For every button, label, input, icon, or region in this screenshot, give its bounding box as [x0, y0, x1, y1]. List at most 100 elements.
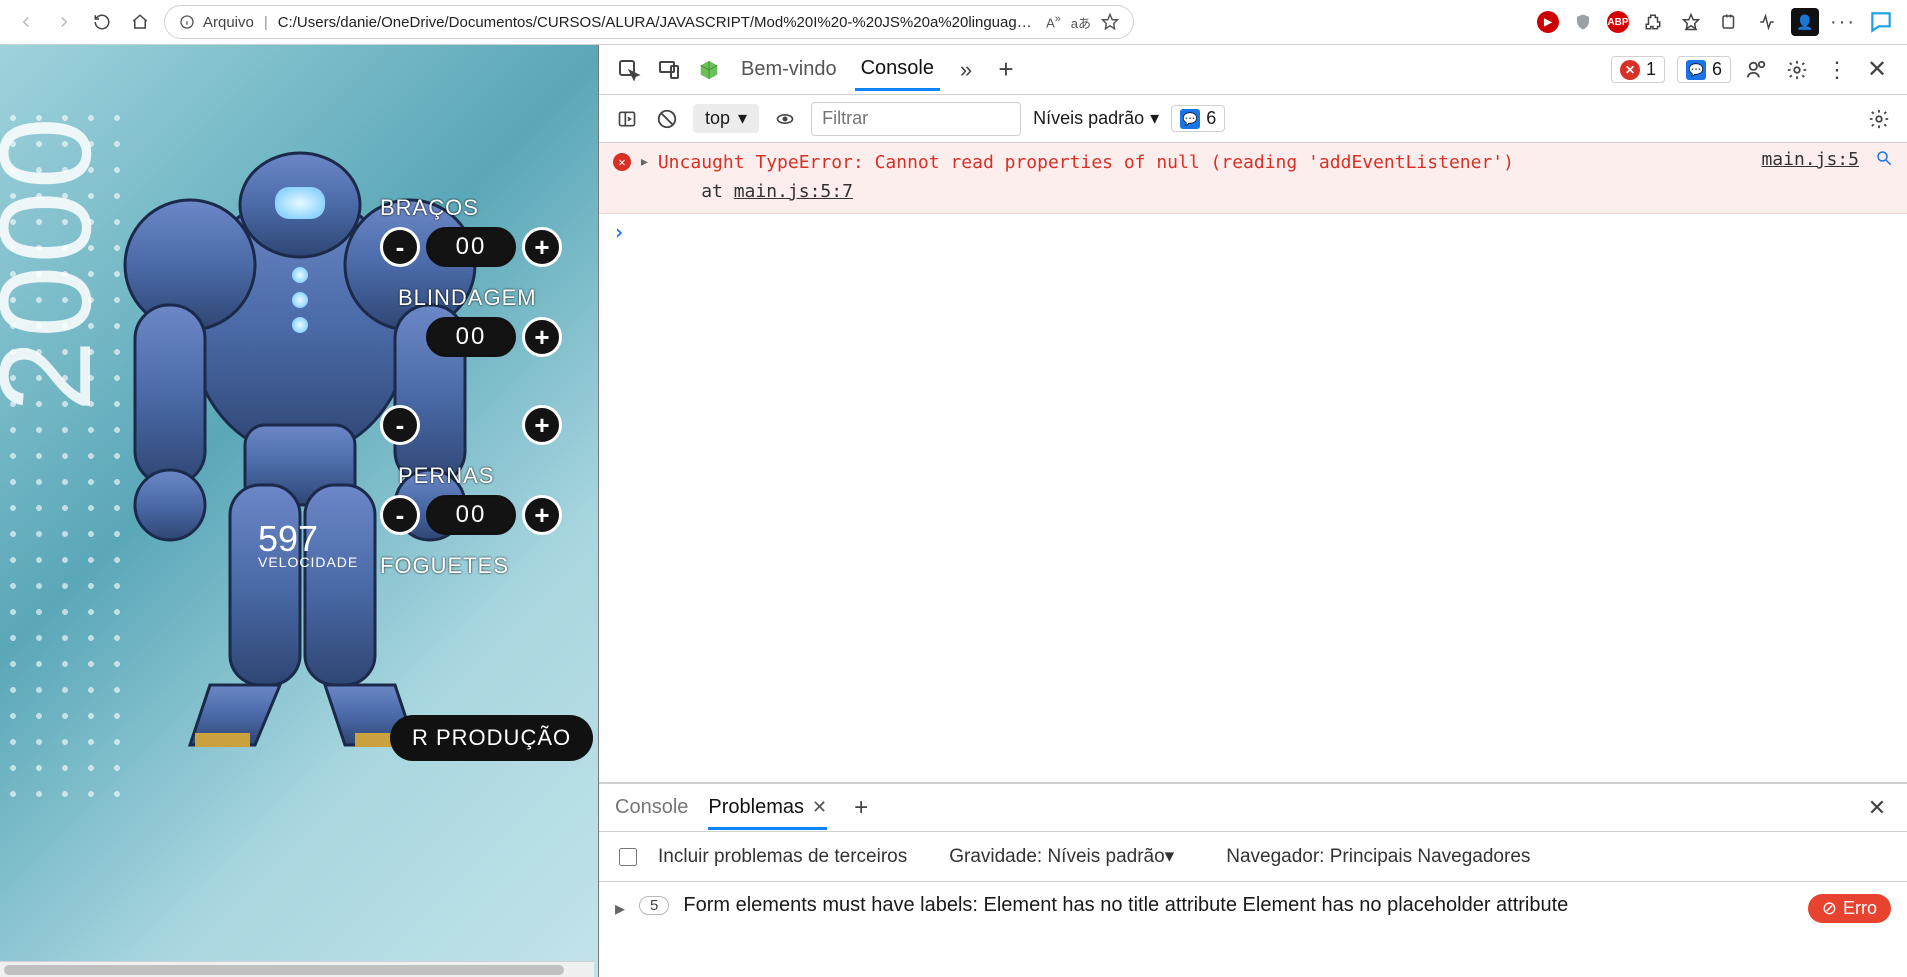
toggle-sidebar-icon[interactable]	[613, 105, 641, 133]
home-button[interactable]	[126, 8, 154, 36]
decrement-button[interactable]: -	[380, 495, 420, 535]
chevron-down-icon: ▾	[1165, 846, 1175, 867]
device-toggle-icon[interactable]	[655, 56, 683, 84]
increment-button[interactable]: +	[522, 495, 562, 535]
settings-icon[interactable]	[1783, 56, 1811, 84]
extensions-icon[interactable]	[1639, 8, 1667, 36]
console-prompt[interactable]: ›	[599, 214, 1907, 250]
performance-icon[interactable]	[1753, 8, 1781, 36]
error-icon: ✕	[613, 153, 631, 171]
expand-caret-icon[interactable]: ▸	[615, 896, 625, 921]
page-content: 2000	[0, 45, 598, 977]
ext-youtube-icon[interactable]: ▶	[1537, 11, 1559, 33]
tab-welcome[interactable]: Bem-vindo	[735, 50, 843, 89]
context-value: top	[705, 108, 730, 129]
chevron-down-icon: ▾	[1150, 108, 1159, 129]
drawer-tab-problems[interactable]: Problemas ✕	[708, 796, 827, 830]
more-tabs-icon[interactable]: »	[952, 56, 980, 84]
console-toolbar: top ▾ Níveis padrão ▾ 💬 6	[599, 95, 1907, 143]
stat-value: 00	[426, 317, 516, 357]
decrement-button[interactable]: -	[380, 227, 420, 267]
stack-link[interactable]: main.js:5:7	[734, 181, 853, 202]
message-icon: 💬	[1686, 60, 1706, 80]
clear-console-icon[interactable]	[653, 105, 681, 133]
tab-console[interactable]: Console	[855, 49, 940, 91]
console-output: ✕ ▸ Uncaught TypeError: Cannot read prop…	[599, 143, 1907, 782]
profile-icon[interactable]: 👤	[1791, 8, 1819, 36]
stat-bracos: BRAÇOS - 00 +	[380, 195, 562, 267]
message-icon: 💬	[1180, 109, 1200, 129]
expand-caret-icon[interactable]: ▸	[639, 151, 650, 172]
close-drawer-icon[interactable]: ✕	[1863, 794, 1891, 822]
translate-icon[interactable]: aあ	[1071, 13, 1091, 32]
inspect-element-icon[interactable]	[615, 56, 643, 84]
console-filter-input[interactable]	[811, 102, 1021, 136]
info-icon	[179, 14, 195, 30]
devtools-tab-bar: Bem-vindo Console » + ✕ 1 💬 6 ⋮ ✕	[599, 45, 1907, 95]
third-party-label: Incluir problemas de terceiros	[658, 846, 907, 868]
stat-pernas: PERNAS - 00 +	[380, 463, 562, 535]
devtools-panel: Bem-vindo Console » + ✕ 1 💬 6 ⋮ ✕	[598, 45, 1907, 977]
refresh-button[interactable]	[88, 8, 116, 36]
decrement-button[interactable]: -	[380, 405, 420, 445]
message-count: 6	[1712, 59, 1722, 80]
address-separator: |	[264, 14, 268, 31]
produce-button[interactable]: R PRODUÇÃO	[390, 715, 593, 761]
back-button[interactable]	[12, 8, 40, 36]
kebab-menu-icon[interactable]: ⋮	[1823, 56, 1851, 84]
search-error-icon[interactable]	[1875, 149, 1893, 167]
increment-button[interactable]: +	[522, 405, 562, 445]
problems-list: ▸ 5 Form elements must have labels: Elem…	[599, 882, 1907, 977]
console-settings-icon[interactable]	[1865, 105, 1893, 133]
browser-select[interactable]: Navegador: Principais Navegadores	[1226, 846, 1530, 868]
ext-shield-icon[interactable]	[1569, 8, 1597, 36]
3d-view-icon[interactable]	[695, 56, 723, 84]
favorites-list-icon[interactable]	[1677, 8, 1705, 36]
close-devtools-icon[interactable]: ✕	[1863, 56, 1891, 84]
scrollbar-thumb[interactable]	[4, 965, 564, 975]
page-title-vertical: 2000	[0, 115, 99, 412]
new-drawer-tab-icon[interactable]: +	[847, 794, 875, 822]
favorite-icon[interactable]	[1101, 13, 1119, 31]
error-count: 1	[1646, 59, 1656, 80]
feedback-icon[interactable]	[1743, 56, 1771, 84]
error-count-badge[interactable]: ✕ 1	[1611, 56, 1665, 83]
increment-button[interactable]: +	[522, 317, 562, 357]
message-count-badge[interactable]: 💬 6	[1677, 56, 1731, 83]
context-select[interactable]: top ▾	[693, 104, 759, 133]
problems-filter-bar: Incluir problemas de terceiros Gravidade…	[599, 832, 1907, 882]
third-party-checkbox[interactable]	[619, 848, 637, 866]
speed-value: 597	[258, 525, 358, 554]
bing-chat-icon[interactable]	[1867, 8, 1895, 36]
forward-button[interactable]	[50, 8, 78, 36]
more-menu-icon[interactable]: ···	[1829, 8, 1857, 36]
address-bar[interactable]: Arquivo | C:/Users/danie/OneDrive/Docume…	[164, 5, 1134, 39]
issue-count-badge: 5	[639, 896, 669, 915]
ext-abp-icon[interactable]: ABP	[1607, 11, 1629, 33]
issues-badge[interactable]: 💬 6	[1171, 105, 1225, 132]
issue-row[interactable]: ▸ 5 Form elements must have labels: Elem…	[615, 890, 1891, 923]
address-path: C:/Users/danie/OneDrive/Documentos/CURSO…	[278, 14, 1036, 31]
log-levels-select[interactable]: Níveis padrão ▾	[1033, 108, 1159, 129]
stat-label: BLINDAGEM	[398, 285, 562, 311]
stat-value: 00	[426, 227, 516, 267]
chevron-down-icon: ▾	[738, 108, 747, 129]
severity-select[interactable]: Gravidade: Níveis padrão▾	[949, 845, 1174, 868]
drawer-tab-console[interactable]: Console	[615, 796, 688, 819]
stat-label: PERNAS	[398, 463, 562, 489]
increment-button[interactable]: +	[522, 227, 562, 267]
error-source-link[interactable]: main.js:5	[1761, 149, 1859, 170]
stat-value: 00	[426, 495, 516, 535]
stat-foguetes: FOGUETES	[380, 553, 562, 579]
new-tab-icon[interactable]: +	[992, 56, 1020, 84]
error-text: Uncaught TypeError: Cannot read properti…	[658, 149, 1742, 207]
close-tab-icon[interactable]: ✕	[812, 797, 827, 818]
stat-label: BRAÇOS	[380, 195, 562, 221]
horizontal-scrollbar[interactable]	[0, 961, 594, 977]
issues-count: 6	[1206, 108, 1216, 129]
read-aloud-icon[interactable]: A»	[1046, 13, 1061, 30]
drawer-tab-bar: Console Problemas ✕ + ✕	[599, 784, 1907, 832]
collections-icon[interactable]	[1715, 8, 1743, 36]
console-error-row[interactable]: ✕ ▸ Uncaught TypeError: Cannot read prop…	[599, 143, 1907, 214]
live-expression-icon[interactable]	[771, 105, 799, 133]
